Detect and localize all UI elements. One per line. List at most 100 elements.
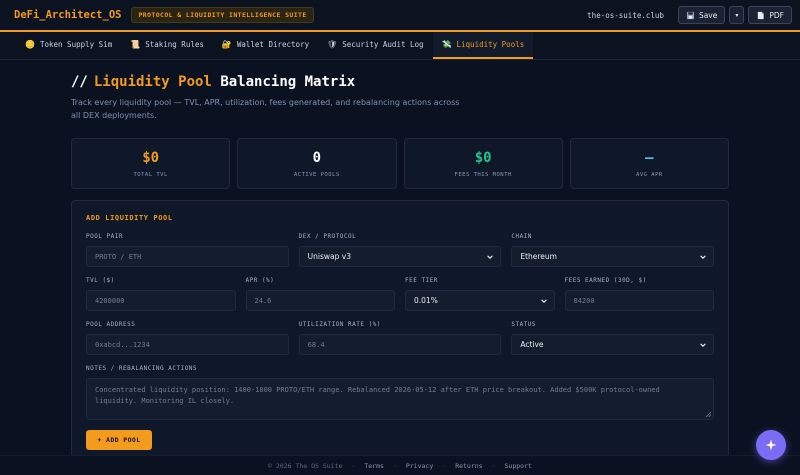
form-row: TVL ($) 4200000 APR (%) 24.6 FEE TIER 0.…	[86, 277, 714, 311]
field-label: UTILIZATION RATE (%)	[298, 321, 381, 328]
stat-card-fees-this-month: $0 FEES THIS MONTH	[403, 138, 563, 189]
add-pool-button[interactable]: + ADD POOL	[86, 430, 152, 450]
tab-liquidity-pools[interactable]: 💸 Liquidity Pools	[432, 32, 534, 59]
sparkle-icon	[765, 439, 777, 451]
footer-link-returns[interactable]: Returns	[455, 462, 482, 470]
form-row: POOL ADDRESS 0xabcd...1234 UTILIZATION R…	[86, 321, 715, 355]
stat-value: $0	[142, 149, 160, 166]
fees-earned-input[interactable]: 84200	[564, 290, 714, 311]
stat-card-avg-apr: — AVG APR	[569, 138, 729, 189]
stat-label: TOTAL TVL	[133, 171, 168, 178]
tab-security-audit-log[interactable]: 🛡 Security Audit Log	[318, 32, 432, 59]
notes-textarea[interactable]: Concentrated liquidity position: 1400-18…	[86, 378, 714, 420]
field-label: FEES EARNED (30D, $)	[564, 277, 647, 284]
tab-staking-rules[interactable]: 📜 Staking Rules	[121, 32, 213, 59]
top-bar: DeFi_Architect_OS PROTOCOL & LIQUIDITY I…	[0, 0, 800, 32]
resize-handle-icon[interactable]	[705, 411, 711, 417]
pdf-label: PDF	[769, 10, 784, 20]
chevron-down-icon	[540, 298, 547, 303]
tab-label: Staking Rules	[145, 40, 204, 49]
apr-input[interactable]: 24.6	[245, 290, 395, 311]
status-field: STATUS Active	[511, 321, 715, 355]
title-accent: Liquidity Pool	[93, 74, 212, 90]
dex-select[interactable]: Uniswap v3	[298, 246, 502, 267]
save-button[interactable]: Save	[677, 6, 726, 24]
pool-address-input[interactable]: 0xabcd...1234	[86, 334, 289, 355]
stat-value: $0	[474, 149, 492, 166]
page-title: // Liquidity Pool Balancing Matrix	[71, 74, 729, 90]
pool-pair-input[interactable]: PROTO / ETH	[86, 246, 289, 267]
chain-select[interactable]: Ethereum	[511, 246, 715, 267]
pdf-button[interactable]: PDF	[748, 6, 792, 24]
form-row: POOL PAIR PROTO / ETH DEX / PROTOCOL Uni…	[86, 233, 715, 267]
more-options-button[interactable]: ▾	[729, 6, 745, 24]
field-label: STATUS	[511, 321, 537, 328]
fee-tier-field: FEE TIER 0.01%	[405, 277, 555, 311]
footer-separator: ·	[442, 461, 447, 470]
fee-tier-select[interactable]: 0.01%	[405, 290, 555, 311]
tab-label: Liquidity Pools	[456, 40, 525, 49]
field-label: CHAIN	[511, 233, 532, 240]
tab-bar: 🪙 Token Supply Sim 📜 Staking Rules 🔐 Wal…	[0, 32, 800, 60]
field-label: DEX / PROTOCOL	[298, 233, 357, 240]
coin-icon: 🪙	[25, 40, 35, 49]
chain-field: CHAIN Ethereum	[511, 233, 715, 267]
money-wings-icon: 💸	[441, 40, 452, 49]
footer-link-support[interactable]: Support	[505, 462, 532, 470]
tab-label: Wallet Directory	[236, 40, 310, 49]
field-label: NOTES / REBALANCING ACTIONS	[86, 365, 198, 372]
select-value: Uniswap v3	[307, 252, 351, 261]
site-url[interactable]: the-os-suite.club	[587, 11, 664, 20]
tvl-field: TVL ($) 4200000	[86, 277, 236, 311]
field-label: TVL ($)	[86, 277, 115, 284]
scroll-icon: 📜	[130, 40, 141, 49]
lock-key-icon: 🔐	[221, 40, 232, 49]
footer-link-privacy[interactable]: Privacy	[406, 462, 433, 470]
tab-label: Token Supply Sim	[39, 40, 113, 49]
shield-icon: 🛡	[327, 40, 338, 49]
suite-badge: PROTOCOL & LIQUIDITY INTELLIGENCE SUITE	[131, 7, 314, 23]
utilization-input[interactable]: 68.4	[298, 334, 502, 355]
tvl-input[interactable]: 4200000	[86, 290, 236, 311]
stat-label: FEES THIS MONTH	[454, 171, 512, 178]
field-label: APR (%)	[245, 277, 275, 284]
form-row: NOTES / REBALANCING ACTIONS Concentrated…	[86, 365, 714, 420]
select-value: 0.01%	[414, 296, 438, 305]
select-value: Ethereum	[520, 252, 557, 261]
field-label: POOL ADDRESS	[86, 321, 136, 328]
notes-field: NOTES / REBALANCING ACTIONS Concentrated…	[86, 365, 714, 420]
footer-separator: ·	[392, 461, 397, 470]
chevron-down-icon	[700, 342, 706, 347]
stat-label: AVG APR	[636, 171, 663, 178]
assistant-fab-button[interactable]	[756, 430, 786, 460]
chevron-down-icon: ▾	[735, 11, 739, 19]
page-subtitle: Track every liquidity pool — TVL, APR, u…	[71, 98, 460, 120]
stat-card-active-pools: 0 ACTIVE POOLS	[237, 138, 397, 189]
footer-separator: ·	[351, 461, 356, 470]
footer: © 2026 The OS Suite · Terms · Privacy · …	[0, 455, 800, 475]
apr-field: APR (%) 24.6	[245, 277, 395, 311]
stat-value: 0	[312, 149, 322, 166]
notes-placeholder: Concentrated liquidity position: 1400-18…	[95, 386, 660, 405]
tab-label: Security Audit Log	[342, 40, 424, 49]
stat-value: —	[645, 149, 654, 166]
footer-link-terms[interactable]: Terms	[364, 462, 384, 470]
status-select[interactable]: Active	[511, 334, 715, 355]
chevron-down-icon	[700, 254, 706, 259]
floppy-disk-icon	[686, 11, 695, 19]
pool-address-field: POOL ADDRESS 0xabcd...1234	[86, 321, 289, 355]
save-label: Save	[698, 10, 718, 20]
pool-pair-field: POOL PAIR PROTO / ETH	[86, 233, 289, 267]
select-value: Active	[520, 340, 544, 349]
field-label: POOL PAIR	[86, 233, 124, 240]
add-pool-panel: ADD LIQUIDITY POOL POOL PAIR PROTO / ETH…	[71, 200, 729, 460]
stat-card-total-tvl: $0 TOTAL TVL	[71, 138, 231, 189]
tab-token-supply-sim[interactable]: 🪙 Token Supply Sim	[16, 32, 121, 59]
brand-name[interactable]: DeFi_Architect_OS	[14, 9, 121, 21]
title-rest: Balancing Matrix	[220, 74, 356, 90]
main-content: // Liquidity Pool Balancing Matrix Track …	[71, 74, 729, 460]
fees-earned-field: FEES EARNED (30D, $) 84200	[564, 277, 714, 311]
dex-field: DEX / PROTOCOL Uniswap v3	[298, 233, 502, 267]
title-slashes: //	[71, 74, 88, 90]
tab-wallet-directory[interactable]: 🔐 Wallet Directory	[213, 32, 318, 59]
